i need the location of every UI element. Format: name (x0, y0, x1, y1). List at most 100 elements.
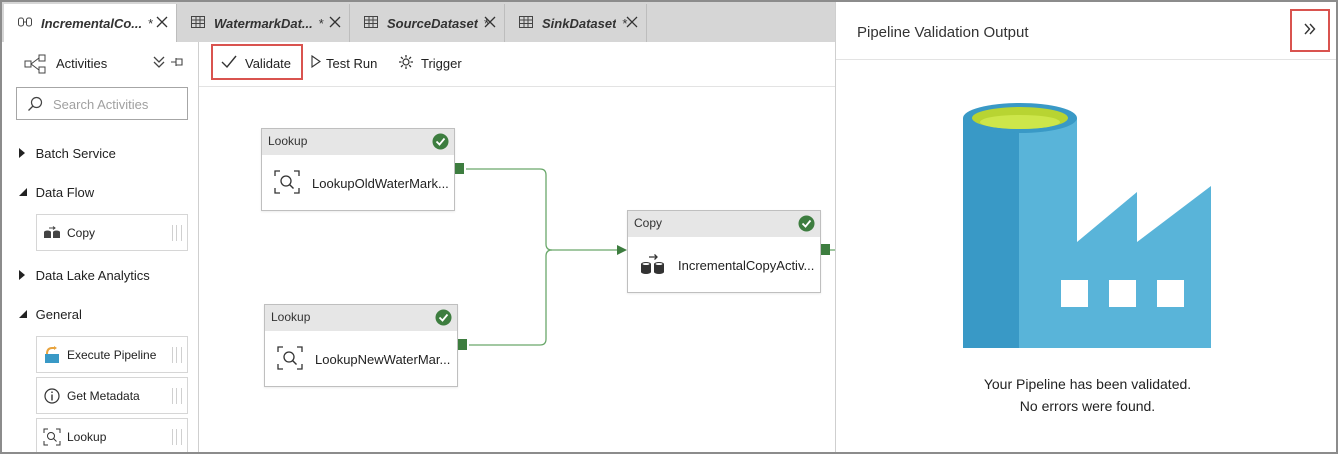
tab-modified-marker: * (318, 15, 324, 31)
trigger-button[interactable]: Trigger (398, 45, 462, 81)
search-placeholder: Search Activities (53, 97, 149, 112)
double-chevron-right-icon (1304, 22, 1316, 40)
node-body: LookupNewWaterMar... (265, 331, 457, 387)
category-label: Data Lake Analytics (35, 268, 150, 283)
node-name: LookupOldWaterMark... (312, 175, 449, 191)
tab-sink-dataset[interactable]: SinkDataset * (505, 4, 647, 42)
tab-source-dataset[interactable]: SourceDataset * (350, 4, 505, 42)
tab-bar: IncrementalCo... * WatermarkDat... * Sou… (2, 2, 835, 42)
lookup-icon (274, 169, 300, 197)
close-icon[interactable] (483, 15, 497, 29)
activities-icon (24, 54, 46, 79)
validate-label: Validate (245, 55, 292, 71)
activity-item-copy[interactable]: Copy (36, 214, 188, 251)
node-body: IncrementalCopyActiv... (628, 237, 820, 293)
node-header: Copy (628, 211, 820, 237)
validated-check-icon (432, 133, 449, 150)
activity-label: Execute Pipeline (67, 347, 157, 362)
validation-success-message: Your Pipeline has been validated. (983, 376, 1192, 392)
activity-label: Get Metadata (67, 388, 140, 403)
test-run-label: Test Run (326, 55, 378, 71)
category-label: Data Flow (35, 185, 95, 200)
category-data-lake-analytics[interactable]: Data Lake Analytics (18, 268, 150, 283)
tab-label: IncrementalCo... (41, 15, 143, 31)
node-name: IncrementalCopyActiv... (678, 257, 815, 273)
copy-icon (640, 253, 666, 278)
activity-node-incremental-copy[interactable]: Copy IncrementalCopyActiv... (627, 210, 821, 293)
copy-icon (43, 224, 61, 242)
collapse-caret-icon (18, 307, 32, 322)
close-icon[interactable] (328, 15, 342, 29)
panel-header: Pipeline Validation Output (836, 2, 1336, 60)
activities-sidebar: Activities Search Activities Batch Servi… (2, 42, 199, 452)
tab-modified-marker: * (148, 15, 154, 31)
pin-icon[interactable] (170, 55, 184, 74)
drag-handle[interactable] (172, 429, 182, 445)
trigger-gear-icon (398, 54, 414, 73)
collapse-caret-icon (18, 185, 32, 200)
activity-item-lookup[interactable]: Lookup (36, 418, 188, 452)
category-label: General (35, 307, 82, 322)
play-icon (311, 54, 321, 71)
activity-label: Lookup (67, 429, 107, 444)
collapse-all-icon[interactable] (152, 55, 166, 74)
table-icon (191, 15, 205, 31)
drag-handle[interactable] (172, 388, 182, 404)
execute-pipeline-icon (43, 345, 61, 364)
test-run-button[interactable]: Test Run (311, 45, 377, 81)
category-batch-service[interactable]: Batch Service (18, 146, 116, 161)
close-icon[interactable] (155, 15, 169, 29)
lookup-icon (43, 428, 61, 446)
output-port[interactable] (458, 339, 467, 350)
validated-check-icon (435, 309, 452, 326)
app-frame: IncrementalCo... * WatermarkDat... * Sou… (0, 0, 1338, 454)
search-activities-input[interactable]: Search Activities (16, 87, 188, 120)
tab-incremental-pipeline[interactable]: IncrementalCo... * (4, 4, 177, 42)
node-type-label: Lookup (268, 134, 308, 148)
lookup-icon (277, 345, 303, 373)
validation-no-errors-message: No errors were found. (1019, 398, 1156, 414)
table-icon (519, 15, 533, 31)
pipeline-canvas[interactable]: Lookup LookupOldWaterMark... Lookup Look… (199, 87, 835, 452)
tab-label: SourceDataset (387, 15, 479, 31)
pipeline-icon (18, 16, 32, 31)
validation-output-panel: Pipeline Validation Output Your Pipeline (835, 2, 1336, 452)
node-header: Lookup (265, 305, 457, 331)
category-label: Batch Service (35, 146, 116, 161)
pipeline-toolbar: Validate Test Run Trigger (199, 42, 835, 87)
node-body: LookupOldWaterMark... (262, 155, 454, 211)
node-type-label: Copy (634, 216, 663, 230)
search-icon (27, 96, 43, 117)
panel-title: Pipeline Validation Output (857, 24, 1029, 41)
table-icon (364, 15, 378, 31)
expand-caret-icon (18, 268, 32, 283)
activities-title: Activities (56, 56, 108, 71)
close-icon[interactable] (625, 15, 639, 29)
trigger-label: Trigger (421, 55, 462, 71)
activity-node-lookup-new[interactable]: Lookup LookupNewWaterMar... (264, 304, 458, 387)
activities-header: Activities (2, 42, 198, 86)
category-data-flow[interactable]: Data Flow (18, 185, 94, 200)
tab-watermark-dataset[interactable]: WatermarkDat... * (177, 4, 350, 42)
activity-item-execute-pipeline[interactable]: Execute Pipeline (36, 336, 188, 373)
drag-handle[interactable] (172, 225, 182, 241)
expand-caret-icon (18, 146, 32, 161)
category-general[interactable]: General (18, 307, 82, 322)
checkmark-icon (221, 55, 237, 72)
validate-button[interactable]: Validate (221, 45, 291, 81)
node-header: Lookup (262, 129, 454, 155)
output-port[interactable] (821, 244, 830, 255)
activity-item-get-metadata[interactable]: Get Metadata (36, 377, 188, 414)
collapse-panel-button[interactable] (1290, 9, 1330, 52)
info-icon (43, 387, 61, 405)
validated-check-icon (798, 215, 815, 232)
node-name: LookupNewWaterMar... (315, 351, 451, 367)
activity-label: Copy (67, 225, 96, 240)
tab-label: WatermarkDat... (214, 15, 313, 31)
output-port[interactable] (455, 163, 464, 174)
activity-node-lookup-old[interactable]: Lookup LookupOldWaterMark... (261, 128, 455, 211)
node-type-label: Lookup (271, 310, 311, 324)
tab-label: SinkDataset (542, 15, 617, 31)
drag-handle[interactable] (172, 347, 182, 363)
data-factory-illustration (961, 102, 1213, 355)
